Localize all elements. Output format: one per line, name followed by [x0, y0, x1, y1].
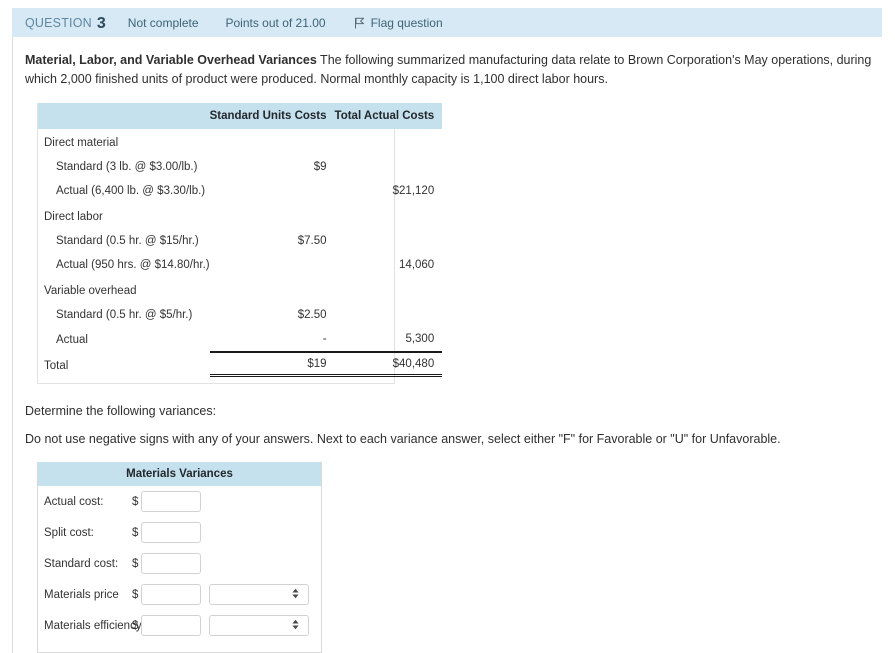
table-row: Standard (0.5 hr. @ $5/hr.) $2.50: [38, 303, 442, 327]
question-label: QUESTION: [25, 15, 92, 30]
question-container: QUESTION 3 Not complete Points out of 21…: [12, 8, 882, 653]
row-label: Standard (0.5 hr. @ $5/hr.): [56, 309, 193, 321]
row-label: Actual (6,400 lb. @ $3.30/lb.): [56, 185, 206, 197]
row-standard-value: $7.50: [297, 235, 327, 247]
column-header-blank: [38, 103, 210, 129]
question-intro: Material, Labor, and Variable Overhead V…: [25, 51, 875, 89]
form-label-standard-cost: Standard cost:: [44, 557, 119, 570]
form-label-actual-cost: Actual cost:: [44, 495, 104, 508]
row-label: Standard (0.5 hr. @ $15/hr.): [56, 235, 199, 247]
row-standard-value: [210, 129, 335, 155]
table-row: Standard (0.5 hr. @ $15/hr.) $7.50: [38, 229, 442, 253]
row-standard-value: [210, 253, 335, 277]
row-actual-value: 5,300: [405, 333, 435, 345]
row-standard-value: [210, 179, 335, 203]
dollar-sign: $: [132, 526, 139, 539]
table-row: Direct material: [38, 129, 442, 155]
table-body: Direct material Standard (3 lb. @ $3.00/…: [38, 129, 443, 384]
row-label: Direct labor: [44, 211, 103, 223]
materials-variances-title: Materials Variances: [38, 462, 321, 486]
row-label: Actual: [56, 334, 88, 346]
table-row: Actual (6,400 lb. @ $3.30/lb.) $21,120: [38, 179, 442, 203]
row-standard-value: $2.50: [297, 309, 327, 321]
question-points: Points out of 21.00: [225, 15, 326, 30]
row-standard-value: $9: [313, 161, 327, 173]
row-standard-value: [210, 277, 335, 303]
row-label: Direct material: [44, 137, 119, 149]
dollar-sign: $: [132, 495, 139, 508]
row-actual-value: 14,060: [399, 259, 435, 271]
form-row-standard-cost: Standard cost: $: [38, 548, 321, 579]
form-row-actual-cost: Actual cost: $: [38, 486, 321, 517]
table-row: Standard (3 lb. @ $3.00/lb.) $9: [38, 155, 442, 179]
total-standard-value: $19: [209, 351, 335, 377]
form-row-split-cost: Split cost: $: [38, 517, 321, 548]
column-header-standard-units-costs: Standard Units Costs: [209, 103, 335, 129]
table-header-row: Standard Units Costs Total Actual Costs: [38, 103, 443, 129]
row-actual-value: [335, 203, 443, 229]
question-intro-title: Material, Labor, and Variable Overhead V…: [25, 53, 317, 67]
row-standard-value: [210, 203, 335, 229]
table-spacer-row: [38, 376, 442, 384]
table-total-row: Total $19 $40,480: [38, 351, 443, 377]
total-label: Total: [44, 359, 69, 372]
question-body: Material, Labor, and Variable Overhead V…: [12, 37, 882, 653]
manufacturing-data-table: Standard Units Costs Total Actual Costs …: [37, 103, 443, 384]
question-number: 3: [96, 14, 106, 32]
row-label: Standard (3 lb. @ $3.00/lb.): [56, 161, 198, 173]
question-header: QUESTION 3 Not complete Points out of 21…: [12, 8, 882, 37]
row-label: Variable overhead: [44, 285, 137, 297]
flag-icon: [354, 17, 365, 29]
row-actual-value: [335, 129, 443, 155]
row-actual-value: [335, 229, 443, 253]
stepper-updown-icon: [291, 618, 300, 633]
form-label-materials-efficiency: Materials efficiency: [44, 619, 142, 632]
question-state: Not complete: [127, 15, 199, 30]
row-actual-value: [335, 155, 443, 179]
materials-efficiency-favorable-select[interactable]: [209, 615, 309, 636]
table-row: Direct labor: [38, 203, 442, 229]
table-row: Actual (950 hrs. @ $14.80/hr.) 14,060: [38, 253, 442, 277]
row-standard-value: -: [322, 333, 327, 345]
flag-question-label: Flag question: [370, 15, 443, 30]
total-actual-value: $40,480: [334, 351, 443, 377]
no-negative-prompt: Do not use negative signs with any of yo…: [25, 432, 781, 446]
dollar-sign: $: [132, 619, 139, 632]
row-actual-value: [335, 277, 443, 303]
form-label-split-cost: Split cost:: [44, 526, 94, 539]
standard-cost-input[interactable]: [141, 553, 201, 574]
row-actual-value: $21,120: [392, 185, 435, 197]
row-actual-value: [335, 303, 443, 327]
form-row-materials-efficiency: Materials efficiency $: [38, 610, 321, 641]
column-header-total-actual-costs: Total Actual Costs: [334, 103, 443, 129]
table-row: Variable overhead: [38, 277, 442, 303]
materials-efficiency-input[interactable]: [141, 615, 201, 636]
dollar-sign: $: [132, 557, 139, 570]
split-cost-input[interactable]: [141, 522, 201, 543]
actual-cost-input[interactable]: [141, 491, 201, 512]
table-row: Actual - 5,300: [38, 327, 442, 352]
row-label: Actual (950 hrs. @ $14.80/hr.): [56, 259, 210, 271]
materials-variances-form: Materials Variances Actual cost: $ Split…: [37, 462, 322, 653]
determine-prompt: Determine the following variances:: [25, 404, 217, 418]
flag-question-button[interactable]: Flag question: [354, 16, 443, 30]
